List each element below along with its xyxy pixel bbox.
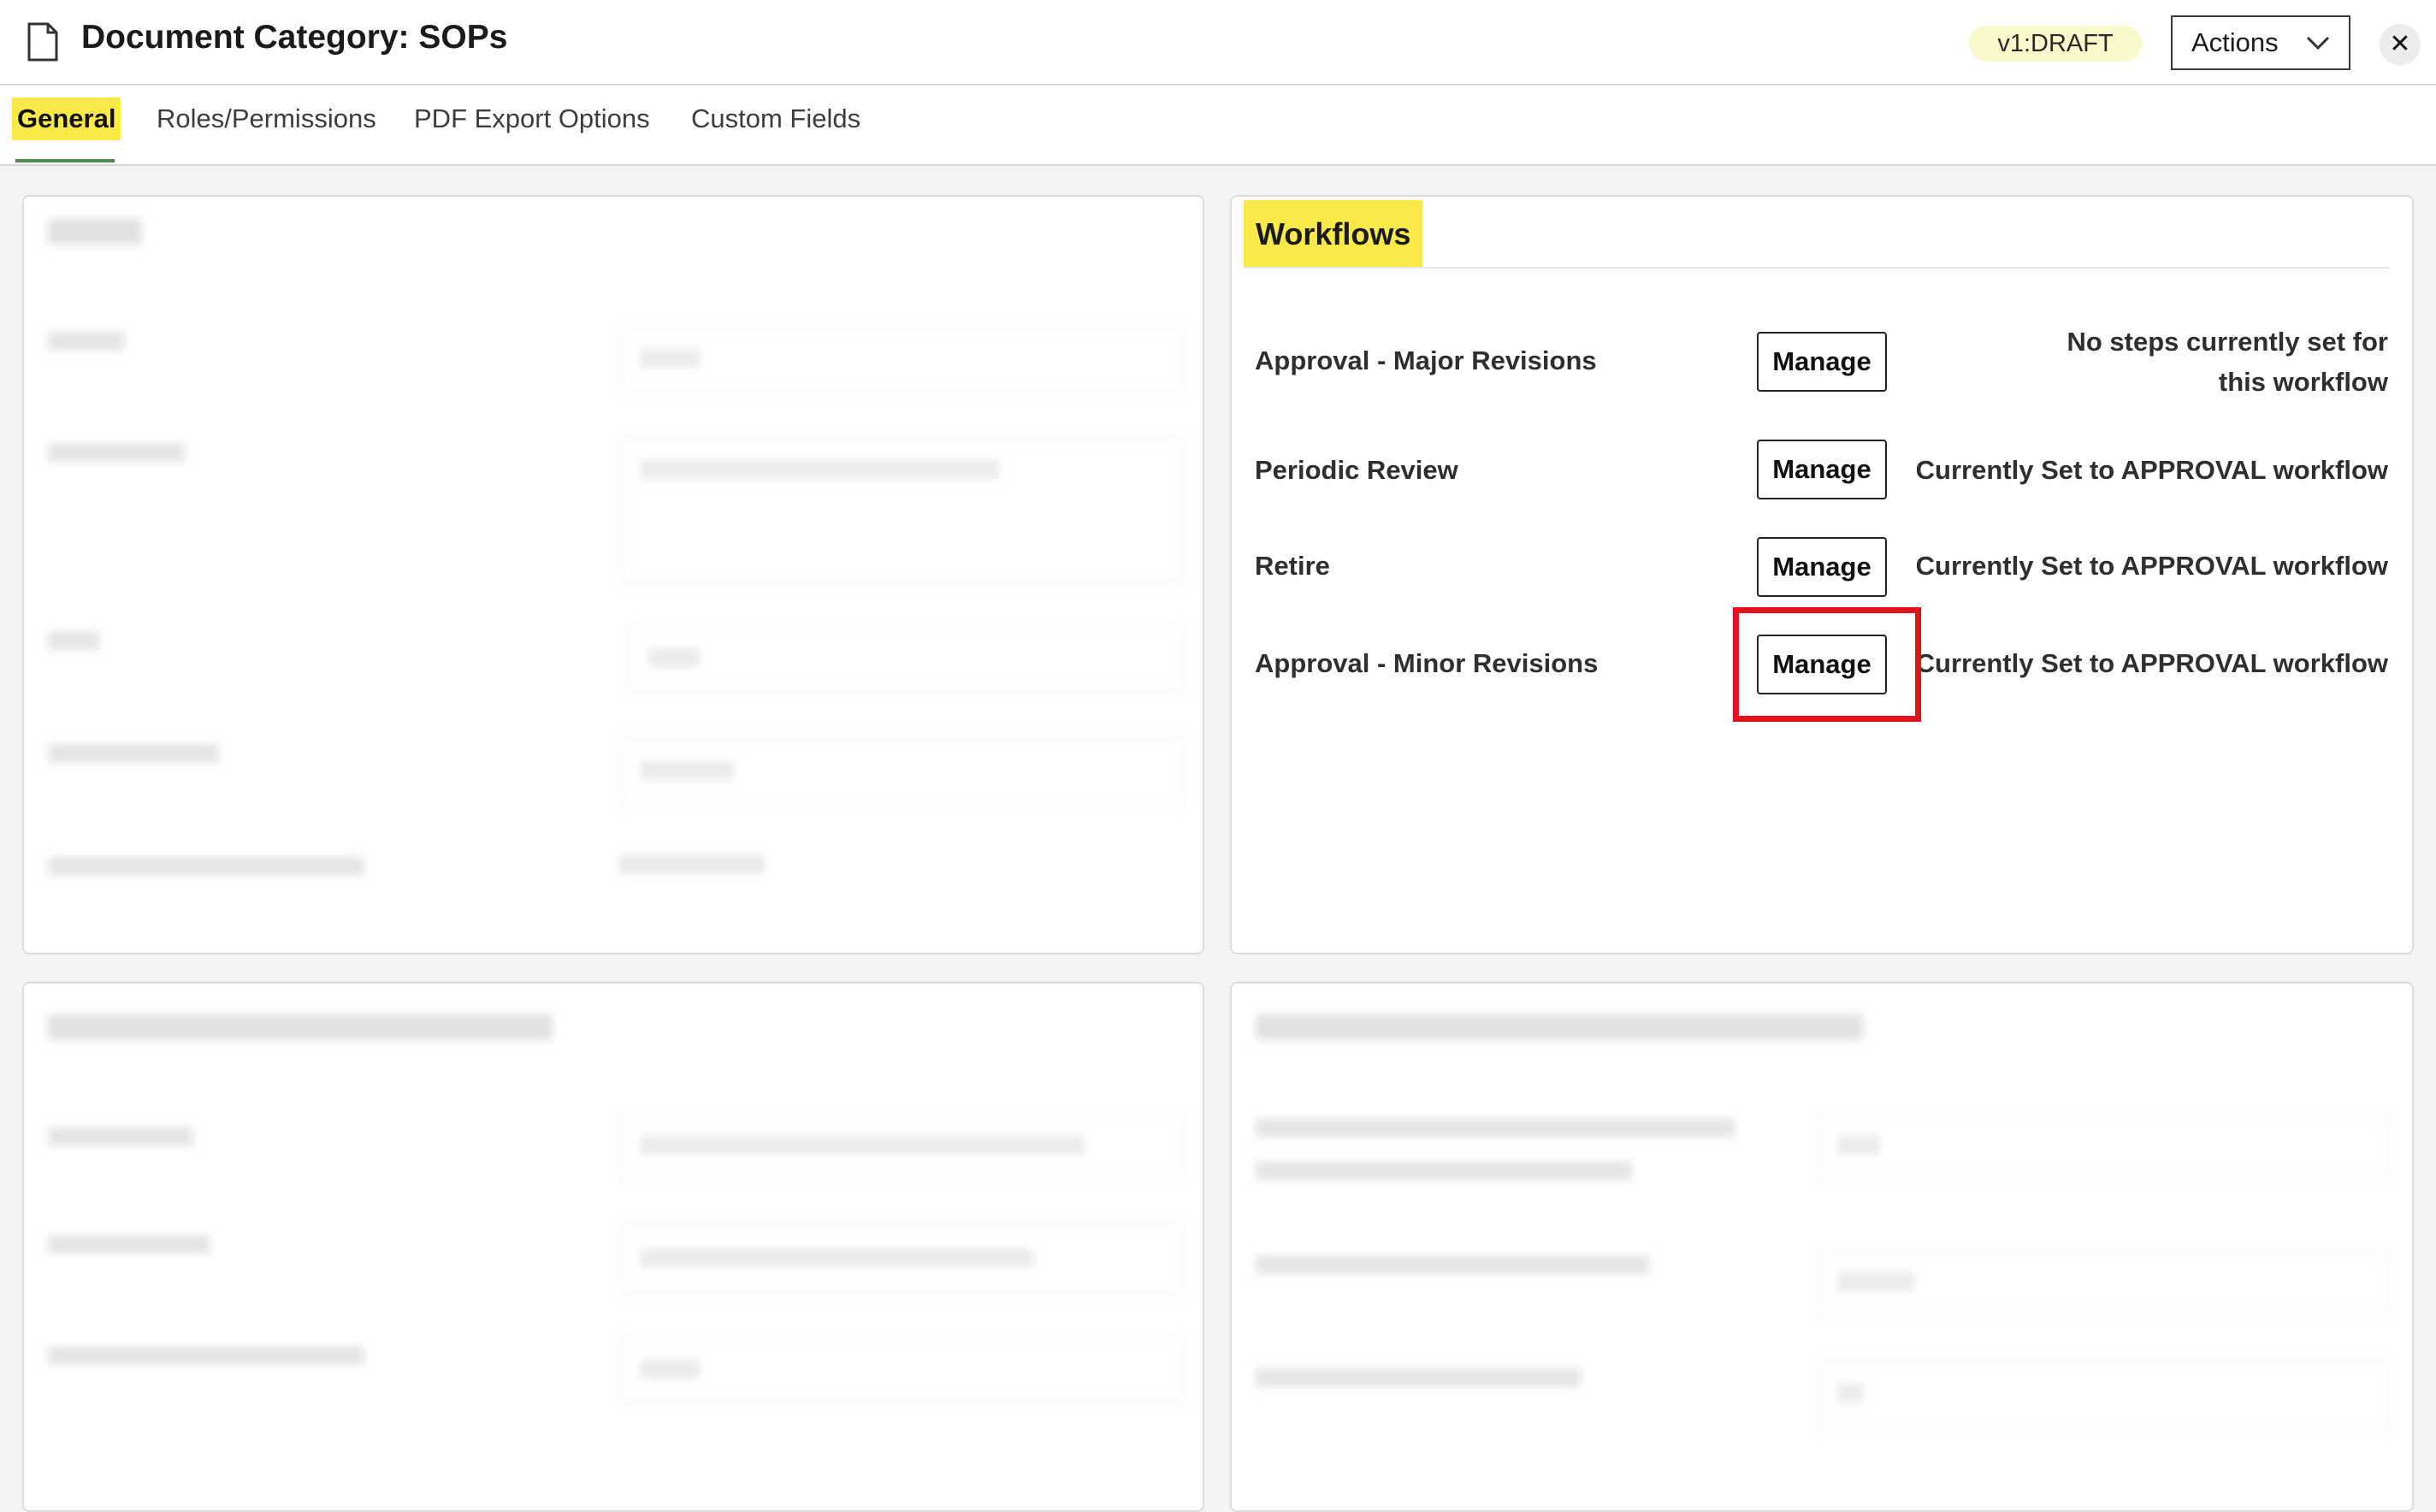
default-settings-panel <box>22 982 1204 1512</box>
tab-pdf-export-options[interactable]: PDF Export Options <box>414 97 650 140</box>
actions-label: Actions <box>2191 27 2279 57</box>
workflow-name-approval-major: Approval - Major Revisions <box>1255 346 1597 375</box>
workflows-heading: Workflows <box>1244 200 1423 269</box>
actions-dropdown-button[interactable]: Actions <box>2171 15 2350 70</box>
workflow-name-retire: Retire <box>1255 551 1330 581</box>
default-training-settings-panel <box>1230 982 2414 1512</box>
chevron-down-icon <box>2306 36 2330 50</box>
tab-bar: General Roles/Permissions PDF Export Opt… <box>0 86 2436 166</box>
close-button[interactable]: ✕ <box>2380 24 2421 65</box>
annotation-highlight-box <box>1733 607 1921 722</box>
header-bar: Document Category: SOPs v1:DRAFT Actions… <box>0 0 2436 86</box>
workflow-status-approval-major: No steps currently set for this workflow <box>2066 327 2388 397</box>
tab-general[interactable]: General <box>12 97 121 140</box>
workflow-status-retire: Currently Set to APPROVAL workflow <box>1915 551 2388 581</box>
details-panel <box>22 195 1204 954</box>
tab-roles-permissions[interactable]: Roles/Permissions <box>157 97 376 140</box>
active-tab-indicator <box>15 159 115 162</box>
workflow-name-approval-minor: Approval - Minor Revisions <box>1255 648 1599 678</box>
workflows-divider <box>1244 267 2390 269</box>
close-icon: ✕ <box>2389 30 2411 58</box>
document-icon <box>27 22 58 62</box>
page-title: Document Category: SOPs <box>81 19 508 56</box>
tab-custom-fields[interactable]: Custom Fields <box>691 97 860 140</box>
workflow-status-approval-minor: Currently Set to APPROVAL workflow <box>1915 648 2388 678</box>
manage-approval-major-button[interactable]: Manage <box>1757 332 1887 392</box>
manage-retire-button[interactable]: Manage <box>1757 537 1887 597</box>
version-badge: v1:DRAFT <box>1969 26 2142 62</box>
workflow-status-periodic-review: Currently Set to APPROVAL workflow <box>1915 455 2388 485</box>
workflow-name-periodic-review: Periodic Review <box>1255 455 1458 485</box>
manage-periodic-review-button[interactable]: Manage <box>1757 440 1887 499</box>
